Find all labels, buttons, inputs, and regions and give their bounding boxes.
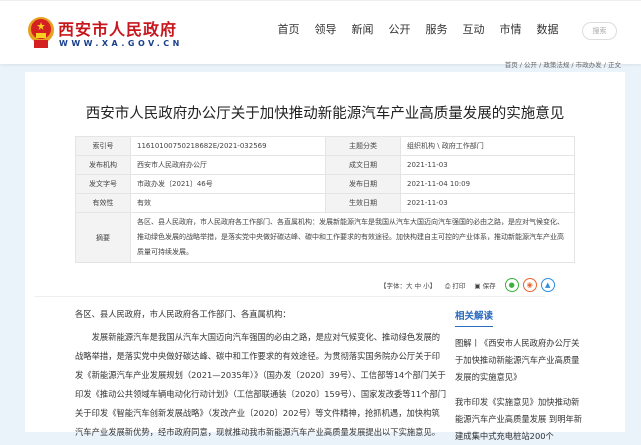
label: 发文字号 [75,174,131,194]
printer-icon: ⎙ [445,281,451,290]
weibo-share-icon[interactable]: ◉ [522,278,537,292]
breadcrumb[interactable]: 首页 / 公开 / 政策法规 / 市政办发 / 正文 [505,59,621,69]
label: 索引号 [75,136,131,156]
related-link[interactable]: 图解丨《西安市人民政府办公厅关于加快推动新能源汽车产业高质量发展的实施意见》 [455,335,585,386]
value: 2021-11-04 10:09 [400,174,575,194]
divider [35,296,545,297]
related-heading: 相关解读 [455,308,494,327]
font-size-control[interactable]: 【字体：大 中 小】 [380,280,436,290]
summary-text: 各区、县人民政府，市人民政府各工作部门、各直属机构：发展新能源汽车是我国从汽车大… [130,212,575,263]
nav-news[interactable]: 新闻 [344,21,381,37]
nav-data[interactable]: 数据 [529,21,566,37]
page-title: 西安市人民政府办公厅关于加快推动新能源汽车产业高质量发展的实施意见 [85,106,565,122]
table-row: 摘要 各区、县人民政府，市人民政府各工作部门、各直属机构：发展新能源汽车是我国从汽… [75,212,575,263]
wechat-share-icon[interactable]: ● [504,278,519,292]
nav-home[interactable]: 首页 [270,21,307,37]
article-toolbar: 【字体：大 中 小】 ⎙ 打印 ▣ 保存 ● ◉ ▲ [380,278,555,292]
save-button[interactable]: ▣ 保存 [474,280,495,290]
nav-city-info[interactable]: 市情 [492,21,529,37]
metadata-table: 索引号 11610100750218682E/2021-032569 主题分类 组织机… [75,136,575,263]
value: 2021-11-03 [400,155,575,175]
related-readings: 相关解读 图解丨《西安市人民政府办公厅关于加快推动新能源汽车产业高质量发展的实施… [455,304,585,445]
nav-public[interactable]: 公开 [381,21,418,37]
table-row: 有效性 有效 生效日期 2021-11-03 [75,193,575,213]
label: 生效日期 [325,193,401,213]
label: 有效性 [75,193,131,213]
value: 组织机构 \ 政府工作部门 [400,136,575,156]
label: 发布日期 [325,174,401,194]
main-nav: 首页 领导 新闻 公开 服务 互动 市情 数据 [270,21,566,37]
label: 成文日期 [325,155,401,175]
salutation: 各区、县人民政府，市人民政府各工作部门、各直属机构： [75,309,291,319]
site-name[interactable]: 西安市人民政府 [58,16,177,40]
nav-interaction[interactable]: 互动 [455,21,492,37]
paragraph: 发展新能源汽车是我国从汽车大国迈向汽车强国的必由之路，是应对气候变化、推动绿色发… [75,332,447,437]
national-emblem-icon [28,17,54,48]
nav-leaders[interactable]: 领导 [307,21,344,37]
qq-share-icon[interactable]: ▲ [540,278,555,292]
value: 有效 [130,193,326,213]
print-label: 打印 [452,281,466,290]
label: 发布机构 [75,155,131,175]
related-link[interactable]: 我市印发《实施意见》加快推动新能源汽车产业高质量发展 到明年新建成集中式充电桩站… [455,394,585,445]
label: 主题分类 [325,136,401,156]
article-body: 各区、县人民政府，市人民政府各工作部门、各直属机构： 发展新能源汽车是我国从汽车… [75,305,447,442]
save-label: 保存 [482,282,496,290]
save-icon: ▣ [474,282,481,290]
value: 11610100750218682E/2021-032569 [130,136,326,156]
site-url: WWW.XA.GOV.CN [59,39,183,48]
site-header: 西安市人民政府 WWW.XA.GOV.CN 首页 领导 新闻 公开 服务 互动 … [0,0,641,64]
table-row: 索引号 11610100750218682E/2021-032569 主题分类 组织机… [75,136,575,156]
search-button[interactable]: 搜索 [582,22,617,40]
value: 西安市人民政府办公厅 [130,155,326,175]
table-row: 发布机构 西安市人民政府办公厅 成文日期 2021-11-03 [75,155,575,175]
value: 2021-11-03 [400,193,575,213]
value: 市政办发〔2021〕46号 [130,174,326,194]
label: 摘要 [75,212,131,263]
print-button[interactable]: ⎙ 打印 [445,280,465,291]
nav-services[interactable]: 服务 [418,21,455,37]
article-card: 西安市人民政府办公厅关于加快推动新能源汽车产业高质量发展的实施意见 索引号 116… [25,72,625,441]
table-row: 发文字号 市政办发〔2021〕46号 发布日期 2021-11-04 10:09 [75,174,575,194]
